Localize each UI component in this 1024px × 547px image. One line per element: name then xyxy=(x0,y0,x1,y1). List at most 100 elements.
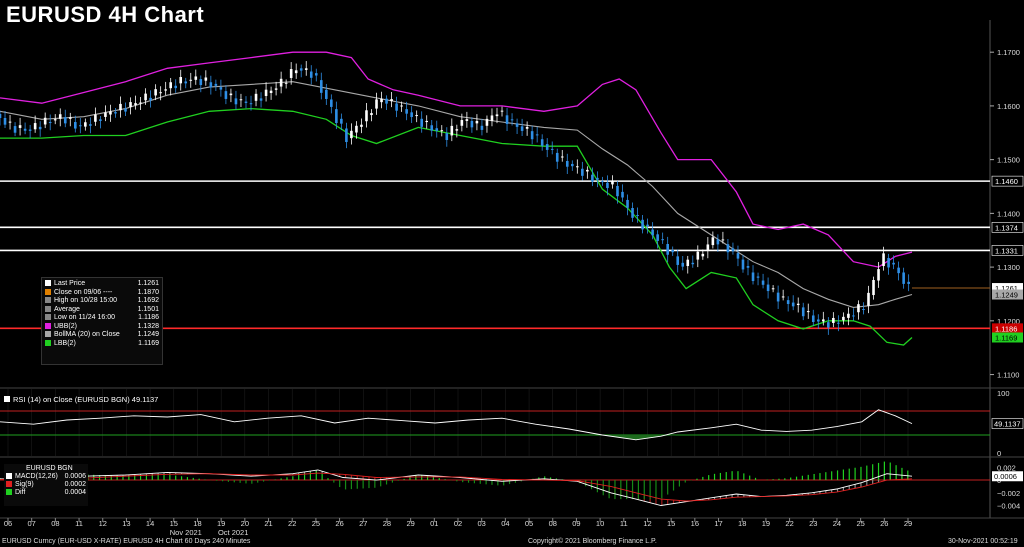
candle-body xyxy=(867,292,870,306)
candle-body xyxy=(877,269,880,281)
candle-body xyxy=(314,73,318,76)
candle-body xyxy=(907,281,910,284)
candle-body xyxy=(28,129,32,131)
x-tick-label: 26 xyxy=(335,519,343,528)
legend-swatch xyxy=(6,481,12,488)
legend-row-ubb: UBB(2) 1.1328 xyxy=(45,323,159,332)
candle-body xyxy=(79,125,82,127)
candle-body xyxy=(340,118,343,124)
candle-body xyxy=(606,182,609,189)
y-tick-label: 1.1400 xyxy=(997,209,1020,218)
candle-body xyxy=(445,133,449,140)
candle-body xyxy=(330,99,333,107)
candle-body xyxy=(601,181,604,183)
candle-body xyxy=(430,125,434,131)
average-line xyxy=(0,81,913,308)
level-tag-label: 1.1186 xyxy=(995,324,1017,333)
y-tick-label: 1.1600 xyxy=(997,102,1020,111)
macd-tick-label: −0.004 xyxy=(997,501,1020,510)
candle-body xyxy=(33,123,37,130)
x-tick-label: 12 xyxy=(99,519,107,528)
candle-body xyxy=(18,125,22,128)
candle-body xyxy=(455,129,459,131)
candle-body xyxy=(259,98,263,101)
legend-value: 1.1261 xyxy=(137,280,159,287)
candle-body xyxy=(596,177,599,180)
candle-body xyxy=(355,125,358,133)
candle-body xyxy=(48,122,52,124)
x-tick-label: 03 xyxy=(478,519,486,528)
candle-body xyxy=(279,78,283,87)
price-legend: Last Price 1.1261 Close on 09/06 ---- 1.18… xyxy=(41,277,163,365)
candle-body xyxy=(169,82,172,89)
candle-body xyxy=(299,68,303,71)
signal-line xyxy=(0,472,913,502)
candle-body xyxy=(350,130,353,139)
candle-body xyxy=(405,109,408,114)
price-tag-label: 1.1169 xyxy=(995,333,1017,342)
candle-body xyxy=(284,82,288,84)
candle-body xyxy=(706,244,710,251)
legend-value: 0.0004 xyxy=(64,489,86,496)
candle-body xyxy=(837,322,840,324)
candle-body xyxy=(611,181,614,185)
candle-body xyxy=(505,115,509,124)
candle-body xyxy=(721,239,725,241)
candle-body xyxy=(801,307,805,317)
x-tick-label: 28 xyxy=(383,519,391,528)
candle-body xyxy=(822,319,825,322)
candle-body xyxy=(84,122,87,127)
x-tick-label: 13 xyxy=(122,519,130,528)
legend-label: MACD(12,26) xyxy=(15,473,58,480)
upper-band-line xyxy=(0,51,913,268)
rsi-value: 49.1137 xyxy=(131,395,159,404)
candle-body xyxy=(696,251,700,260)
candle-body xyxy=(269,90,273,94)
x-tick-label: 26 xyxy=(880,519,888,528)
candle-body xyxy=(791,302,795,307)
legend-row-average: Average 1.1501 xyxy=(45,306,159,315)
macd-legend-row: Diff 0.0004 xyxy=(6,489,86,497)
candle-body xyxy=(515,123,519,127)
candle-body xyxy=(89,124,92,126)
candle-body xyxy=(68,117,72,119)
candle-body xyxy=(475,120,479,124)
candle-body xyxy=(8,121,12,123)
candle-body xyxy=(370,113,373,116)
candle-body xyxy=(99,119,102,121)
candle-body xyxy=(199,79,203,86)
candle-body xyxy=(289,69,293,78)
legend-value: 1.1249 xyxy=(137,331,159,338)
x-tick-label: 23 xyxy=(809,519,817,528)
x-tick-label: 11 xyxy=(75,519,83,528)
candle-body xyxy=(460,120,464,126)
macd-tick-label: 0.002 xyxy=(997,463,1016,472)
legend-value: 1.1186 xyxy=(138,314,159,321)
legend-value: 1.1870 xyxy=(137,288,159,296)
month-label: Nov 2021 xyxy=(170,528,202,537)
candle-body xyxy=(485,118,489,126)
candle-body xyxy=(666,244,669,255)
macd-legend: EURUSD BGN MACD(12,26) 0.0006 Sig(9) 0.000… xyxy=(4,464,88,506)
candle-body xyxy=(189,79,193,81)
candle-body xyxy=(676,256,680,265)
candle-body xyxy=(525,126,529,129)
candle-body xyxy=(761,280,765,285)
candle-body xyxy=(686,259,690,267)
x-tick-label: 10 xyxy=(596,519,604,528)
x-tick-label: 05 xyxy=(525,519,533,528)
x-tick-label: 18 xyxy=(738,519,746,528)
candle-body xyxy=(636,214,639,216)
level-tag-label: 1.1374 xyxy=(995,223,1018,232)
x-tick-label: 12 xyxy=(643,519,651,528)
candle-body xyxy=(786,300,790,304)
candle-body xyxy=(746,266,750,268)
candle-body xyxy=(144,93,147,101)
footer-security-description: EURUSD Curncy (EUR-USD X-RATE) EURUSD 4H… xyxy=(2,538,251,545)
legend-value: 1.1501 xyxy=(137,305,159,313)
candle-body xyxy=(13,126,17,133)
candle-body xyxy=(500,110,504,112)
candle-body xyxy=(591,174,594,182)
candle-body xyxy=(681,262,685,267)
candle-body xyxy=(390,99,393,102)
